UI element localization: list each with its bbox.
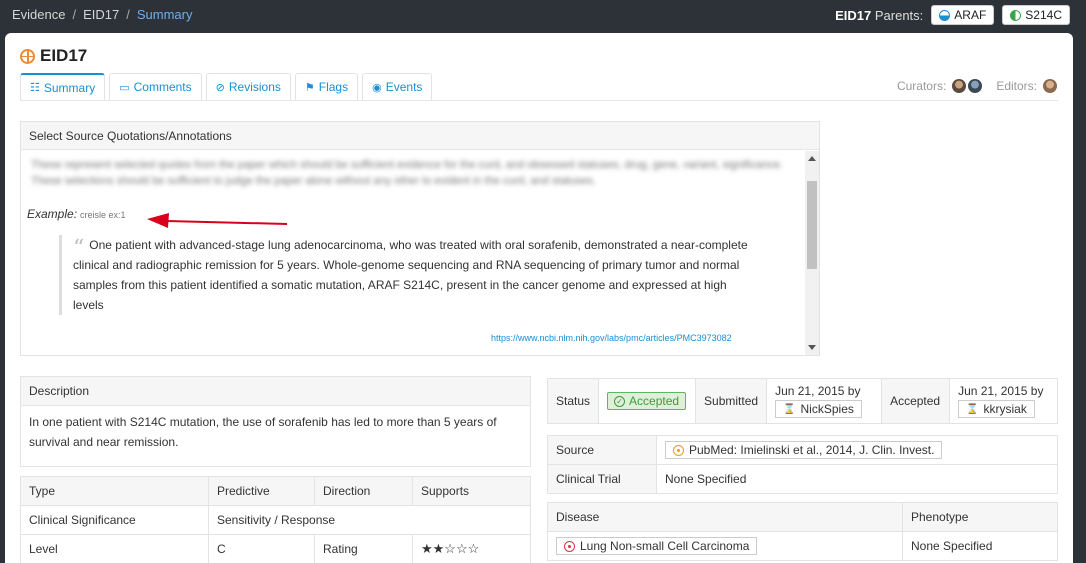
blurred-instructions: These represent selected quotes from the… — [31, 159, 783, 187]
hourglass-icon: ⌛ — [966, 403, 979, 415]
attributes-table: Type Predictive Direction Supports Clini… — [20, 476, 531, 563]
flag-icon: ⚑ — [304, 81, 315, 94]
description-text: In one patient with S214C mutation, the … — [29, 415, 497, 449]
red-arrow-annotation — [147, 213, 287, 228]
direction-label: Direction — [314, 476, 413, 506]
comment-icon: ▭ — [119, 81, 130, 94]
accepted-label: Accepted — [881, 378, 951, 424]
breadcrumb-evidence[interactable]: Evidence — [12, 7, 65, 22]
rating-stars: ★★☆☆☆ — [412, 534, 531, 563]
breadcrumb-eid17[interactable]: EID17 — [83, 7, 119, 22]
clinical-trial-value: None Specified — [656, 464, 1058, 494]
parents-section: EID17 Parents: ARAF S214C — [835, 5, 1070, 25]
disease-panel: Disease Phenotype Lung Non-small Cell Ca… — [547, 502, 1058, 562]
source-link[interactable]: https://www.ncbi.nlm.nih.gov/labs/pmc/ar… — [491, 333, 732, 343]
tab-flags[interactable]: ⚑ Flags — [294, 73, 359, 100]
quote-block[interactable]: “One patient with advanced-stage lung ad… — [59, 235, 759, 315]
example-line: Example: creisle ex:1 — [27, 207, 126, 221]
evidence-icon — [20, 48, 35, 64]
top-bar: Evidence / EID17/Summary EID17 Parents: AR… — [0, 0, 1086, 30]
submitter-tag[interactable]: ⌛ NickSpies — [775, 400, 862, 418]
submitted-label: Submitted — [695, 378, 768, 424]
tab-revisions[interactable]: ⊘ Revisions — [205, 73, 291, 100]
scroll-down-icon[interactable] — [808, 345, 816, 350]
status-panel: Status ✓ Accepted Submitted Jun 21, 2015 … — [546, 378, 1058, 424]
gene-icon — [939, 9, 951, 21]
quotations-body[interactable]: These represent selected quotes from the… — [21, 151, 804, 355]
check-icon: ✓ — [614, 395, 626, 407]
source-tag[interactable]: PubMed: Imielinski et al., 2014, J. Clin… — [665, 441, 943, 459]
significance-value: Sensitivity / Response — [208, 505, 531, 535]
quotations-header: Select Source Quotations/Annotations — [21, 122, 819, 150]
scroll-thumb[interactable] — [807, 181, 817, 269]
curators-label: Curators: — [896, 79, 947, 93]
page-title: EID17 — [20, 46, 87, 66]
significance-label: Clinical Significance — [20, 505, 209, 535]
status-label: Status — [546, 378, 600, 424]
level-value: C — [208, 534, 315, 563]
breadcrumb: Evidence / EID17/Summary — [12, 7, 193, 22]
tab-events[interactable]: ◉ Events — [362, 73, 433, 100]
hourglass-icon: ⌛ — [783, 403, 796, 415]
quotations-scrollbar[interactable] — [805, 151, 819, 355]
curator-avatar[interactable] — [952, 79, 967, 93]
disease-label: Disease — [547, 502, 903, 532]
status-badge: ✓ Accepted — [607, 392, 687, 410]
parents-label: EID17 Parents: — [835, 7, 924, 23]
source-quotations-panel: Select Source Quotations/Annotations The… — [20, 121, 820, 356]
description-panel: Description In one patient with S214C mu… — [20, 376, 531, 467]
accepted-date: Jun 21, 2015 by — [958, 384, 1044, 398]
submitted-date: Jun 21, 2015 by — [775, 384, 861, 398]
phenotype-label: Phenotype — [902, 502, 1058, 532]
contributors: Curators: Editors: — [897, 79, 1057, 93]
edit-icon: ⊘ — [215, 81, 225, 94]
status-table: Status ✓ Accepted Submitted Jun 21, 2015 … — [546, 378, 1058, 424]
disease-tag[interactable]: Lung Non-small Cell Carcinoma — [556, 537, 758, 555]
description-header: Description — [21, 377, 530, 406]
events-icon: ◉ — [372, 81, 382, 94]
editor-avatar[interactable] — [1043, 79, 1057, 93]
rating-label: Rating — [314, 534, 413, 563]
tab-summary[interactable]: ☷ Summary — [20, 73, 106, 100]
source-label: Source — [547, 435, 657, 465]
tab-bar: ☷ Summary ▭ Comments ⊘ Revisions ⚑ Flags ◉ Ev… — [20, 73, 433, 100]
tab-divider — [20, 100, 1058, 101]
curator-avatar[interactable] — [968, 79, 983, 93]
scroll-up-icon[interactable] — [808, 156, 816, 161]
attributes-panel: Type Predictive Direction Supports Clini… — [20, 476, 531, 563]
disease-table: Disease Phenotype Lung Non-small Cell Ca… — [547, 502, 1058, 561]
type-label: Type — [20, 476, 209, 506]
source-table: Source PubMed: Imielinski et al., 2014, … — [547, 435, 1058, 494]
accepter-tag[interactable]: ⌛ kkrysiak — [958, 400, 1035, 418]
breadcrumb-summary: Summary — [136, 7, 193, 22]
summary-icon: ☷ — [30, 82, 40, 94]
variant-icon — [1010, 9, 1022, 21]
clinical-trial-label: Clinical Trial — [547, 464, 657, 494]
type-value: Predictive — [208, 476, 315, 506]
tab-comments[interactable]: ▭ Comments — [109, 73, 202, 100]
direction-value: Supports — [412, 476, 531, 506]
parent-araf-tag[interactable]: ARAF — [931, 5, 995, 25]
source-panel: Source PubMed: Imielinski et al., 2014, … — [547, 435, 1058, 494]
level-label: Level — [20, 534, 209, 563]
parent-s214c-tag[interactable]: S214C — [1002, 5, 1070, 25]
phenotype-value: None Specified — [902, 531, 1058, 561]
main-card: EID17 ☷ Summary ▭ Comments ⊘ Revisions ⚑ Fla… — [5, 33, 1073, 563]
source-icon — [673, 444, 684, 456]
editors-label: Editors: — [996, 79, 1037, 93]
disease-icon — [564, 540, 575, 552]
